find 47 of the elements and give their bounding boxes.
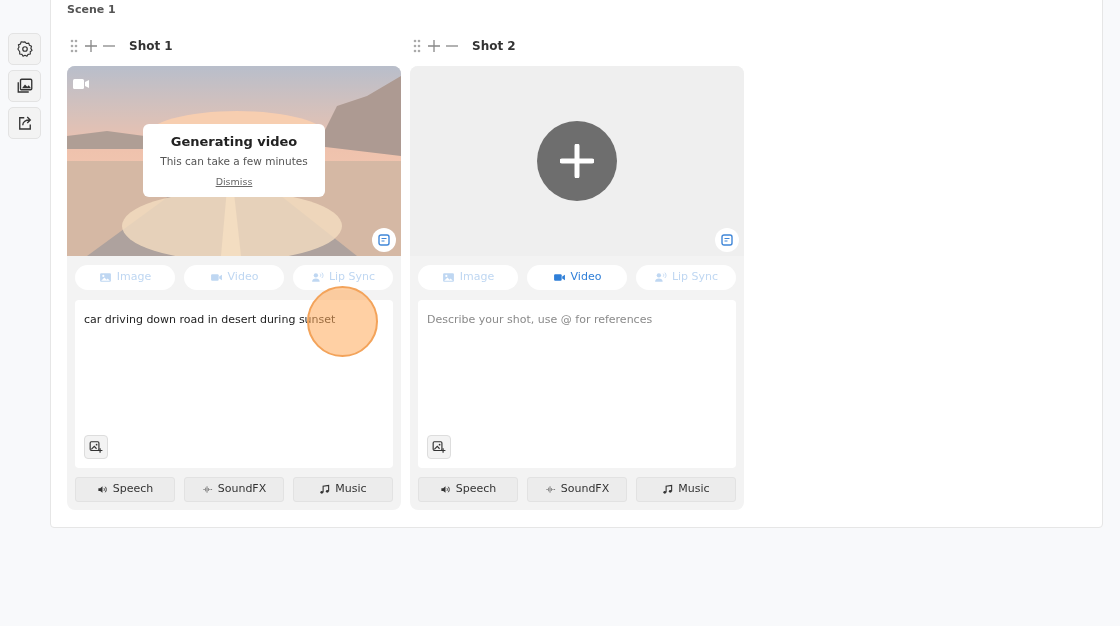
audio-button[interactable]: SoundFX [184,477,284,502]
speaker-icon [439,484,451,495]
image-icon [441,271,455,284]
audio-button[interactable]: Speech [418,477,518,502]
settings-button[interactable] [8,33,41,65]
person-speaking-icon [653,271,667,284]
dismiss-link[interactable]: Dismiss [215,175,253,190]
scene-title: Scene 1 [67,3,116,16]
plus-icon [85,40,97,52]
speaker-icon [96,484,108,495]
video-camera-icon [552,271,566,284]
plus-icon [560,144,594,178]
video-camera-icon [209,271,223,284]
shot-title: Shot 2 [472,38,516,55]
waveform-icon [201,484,213,495]
image-add-icon [89,440,103,454]
prompt-field[interactable]: Describe your shot, use @ for references [418,300,736,468]
note-icon [721,234,733,246]
gallery-button[interactable] [8,70,41,102]
audio-button[interactable]: Speech [75,477,175,502]
audio-button[interactable]: Music [293,477,393,502]
plus-icon [428,40,440,52]
popup-message: This can take a few minutes [159,153,309,169]
mode-tab[interactable]: Video [527,265,627,290]
music-note-icon [319,484,331,495]
image-icon [98,271,112,284]
audio-button[interactable]: Music [636,477,736,502]
notes-button[interactable] [715,228,739,252]
add-shot-button[interactable] [85,40,97,52]
video-camera-icon [73,77,89,90]
audio-button[interactable]: SoundFX [527,477,627,502]
settings-icon [15,40,34,58]
gallery-icon [15,77,34,95]
person-speaking-icon [310,271,324,284]
add-image-button[interactable] [427,435,451,459]
shot-title: Shot 1 [129,38,173,55]
waveform-icon [544,484,556,495]
popup-title: Generating video [169,133,299,151]
music-note-icon [662,484,674,495]
drag-handle-icon [69,39,79,53]
image-add-icon [432,440,446,454]
add-shot-button[interactable] [428,40,440,52]
note-icon [378,234,390,246]
drag-handle-icon [412,39,422,53]
share-button[interactable] [8,107,41,139]
prompt-field[interactable]: car driving down road in desert during sunset [75,300,393,468]
add-image-button[interactable] [84,435,108,459]
